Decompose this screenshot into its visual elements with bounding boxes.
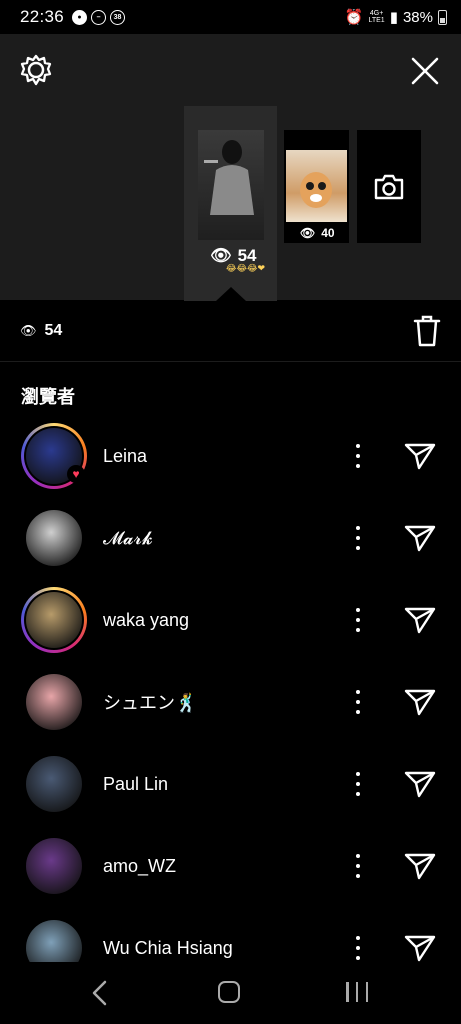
close-icon[interactable] xyxy=(408,54,442,88)
more-options-icon[interactable] xyxy=(350,936,366,960)
viewer-row[interactable]: 𝓜𝓪𝓻𝓴 xyxy=(0,497,461,579)
viewer-name: Leina xyxy=(103,445,148,466)
story-panel: 👁 54 😂😂😂❤ 👁 40 xyxy=(0,34,461,301)
back-icon[interactable] xyxy=(89,980,111,1006)
cat-image xyxy=(286,150,347,222)
recent-apps-button[interactable] xyxy=(346,982,368,1004)
camera-icon xyxy=(374,174,404,199)
status-time: 22:36 xyxy=(20,7,65,26)
story-2-view-count-value: 40 xyxy=(321,226,335,240)
status-right: ⏰ 4G+ LTE1 ▮ 38% xyxy=(345,8,447,26)
avatar[interactable]: ♥ xyxy=(21,423,87,489)
avatar[interactable] xyxy=(21,833,87,899)
eye-icon: 👁 xyxy=(300,226,316,240)
viewer-row[interactable]: amo_WZ xyxy=(0,825,461,907)
alarm-icon: ⏰ xyxy=(344,9,364,26)
story-thumbnail-selected[interactable]: 👁 54 😂😂😂❤ xyxy=(184,106,277,301)
avatar-image xyxy=(26,510,82,566)
more-options-icon[interactable] xyxy=(350,526,366,550)
battery-text: 38% xyxy=(402,8,433,26)
viewer-name: シュエン🕺 xyxy=(103,693,198,713)
avatar[interactable] xyxy=(21,751,87,817)
selection-pointer xyxy=(216,287,246,301)
settings-gear-icon[interactable] xyxy=(20,54,52,86)
send-icon[interactable] xyxy=(404,606,436,634)
avatar-image xyxy=(26,592,82,648)
more-options-icon[interactable] xyxy=(350,444,366,468)
more-options-icon[interactable] xyxy=(350,690,366,714)
viewer-name: Wu Chia Hsiang xyxy=(103,937,233,958)
eye-icon: 👁 xyxy=(20,322,37,338)
avatar-image xyxy=(26,756,82,812)
viewer-row[interactable]: Paul Lin xyxy=(0,743,461,825)
avatar[interactable] xyxy=(21,669,87,735)
viewer-row[interactable]: シュエン🕺 xyxy=(0,661,461,743)
more-options-icon[interactable] xyxy=(350,854,366,878)
system-nav-bar xyxy=(0,962,461,1024)
story-thumbnail-2[interactable]: 👁 40 xyxy=(284,130,349,243)
more-options-icon[interactable] xyxy=(350,608,366,632)
viewer-row[interactable]: waka yang xyxy=(0,579,461,661)
add-story-camera-button[interactable] xyxy=(357,130,421,243)
trash-icon[interactable] xyxy=(413,315,441,347)
send-icon[interactable] xyxy=(404,770,436,798)
avatar-image xyxy=(26,674,82,730)
do-not-disturb-icon: – xyxy=(91,9,107,25)
send-icon[interactable] xyxy=(404,934,436,962)
viewer-row[interactable]: ♥ Leina xyxy=(0,415,461,497)
network-label: 4G+ LTE1 xyxy=(368,10,385,24)
more-options-icon[interactable] xyxy=(350,772,366,796)
avatar[interactable] xyxy=(21,587,87,653)
stats-row: 👁 54 xyxy=(0,300,461,362)
cat-illustration xyxy=(300,172,332,208)
viewer-name: Paul Lin xyxy=(103,773,169,794)
viewer-name: amo_WZ xyxy=(103,855,177,876)
view-count: 54 xyxy=(44,321,63,339)
battery-icon xyxy=(438,9,447,25)
singer-silhouette xyxy=(204,140,254,215)
signal-icon: ▮ xyxy=(389,9,398,26)
send-icon[interactable] xyxy=(404,852,436,880)
send-icon[interactable] xyxy=(404,442,436,470)
story-reactions: 😂😂😂❤ xyxy=(226,263,266,273)
avatar-image xyxy=(26,838,82,894)
send-icon[interactable] xyxy=(404,524,436,552)
heart-icon: ♥ xyxy=(67,465,85,483)
viewer-name: 𝓜𝓪𝓻𝓴 xyxy=(103,527,153,548)
story-2-view-count: 👁 40 xyxy=(300,226,335,240)
avatar[interactable] xyxy=(21,505,87,571)
line-app-icon: ● xyxy=(72,9,88,25)
home-button[interactable] xyxy=(218,981,240,1003)
send-icon[interactable] xyxy=(404,688,436,716)
notification-count-icon: 38 xyxy=(110,9,126,25)
viewers-title: 瀏覽者 xyxy=(21,387,75,407)
status-notification-icons: ● – 38 xyxy=(72,9,126,25)
viewer-name: waka yang xyxy=(103,609,190,630)
status-bar: 22:36 ● – 38 ⏰ 4G+ LTE1 ▮ 38% xyxy=(0,0,461,34)
story-photo xyxy=(198,130,264,240)
